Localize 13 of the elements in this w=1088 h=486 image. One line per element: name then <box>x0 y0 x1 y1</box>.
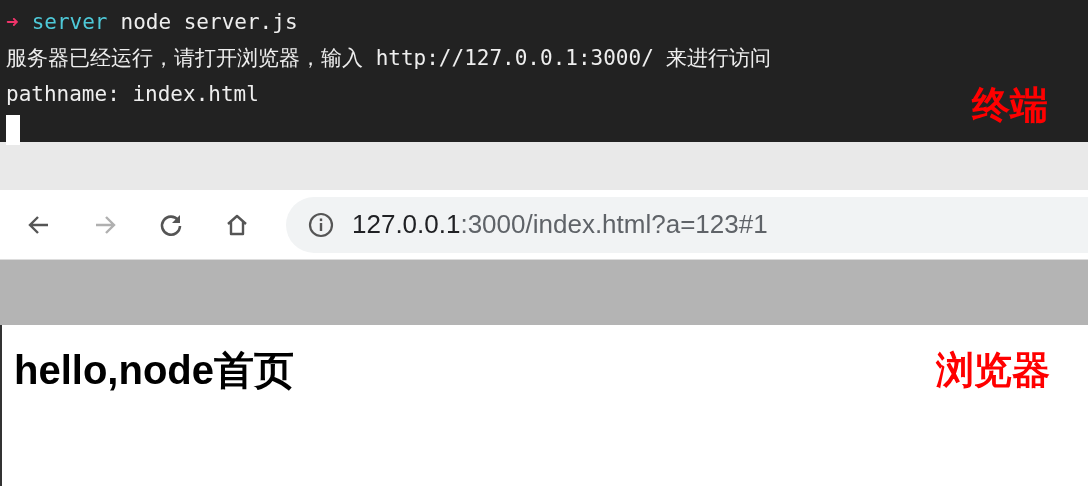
terminal-output: 服务器已经运行，请打开浏览器，输入 http://127.0.0.1:3000/ 来进行访问 <box>6 45 772 72</box>
address-bar[interactable]: 127.0.0.1:3000/index.html?a=123#1 <box>286 196 1088 253</box>
info-icon[interactable] <box>308 211 334 238</box>
cursor <box>6 115 20 145</box>
annotation-label: 终端 <box>972 82 1048 129</box>
terminal-command: node server.js <box>120 9 298 36</box>
prompt-directory: server <box>31 9 108 36</box>
prompt-arrow: ➜ <box>6 9 19 36</box>
url-path: :3000/index.html?a=123#1 <box>460 209 768 239</box>
url-host: 127.0.0.1 <box>352 209 461 239</box>
terminal-output: pathname: index.html <box>6 81 259 108</box>
annotation-label: 浏览器 <box>936 347 1050 394</box>
page-heading: hello,node首页 <box>14 347 294 394</box>
